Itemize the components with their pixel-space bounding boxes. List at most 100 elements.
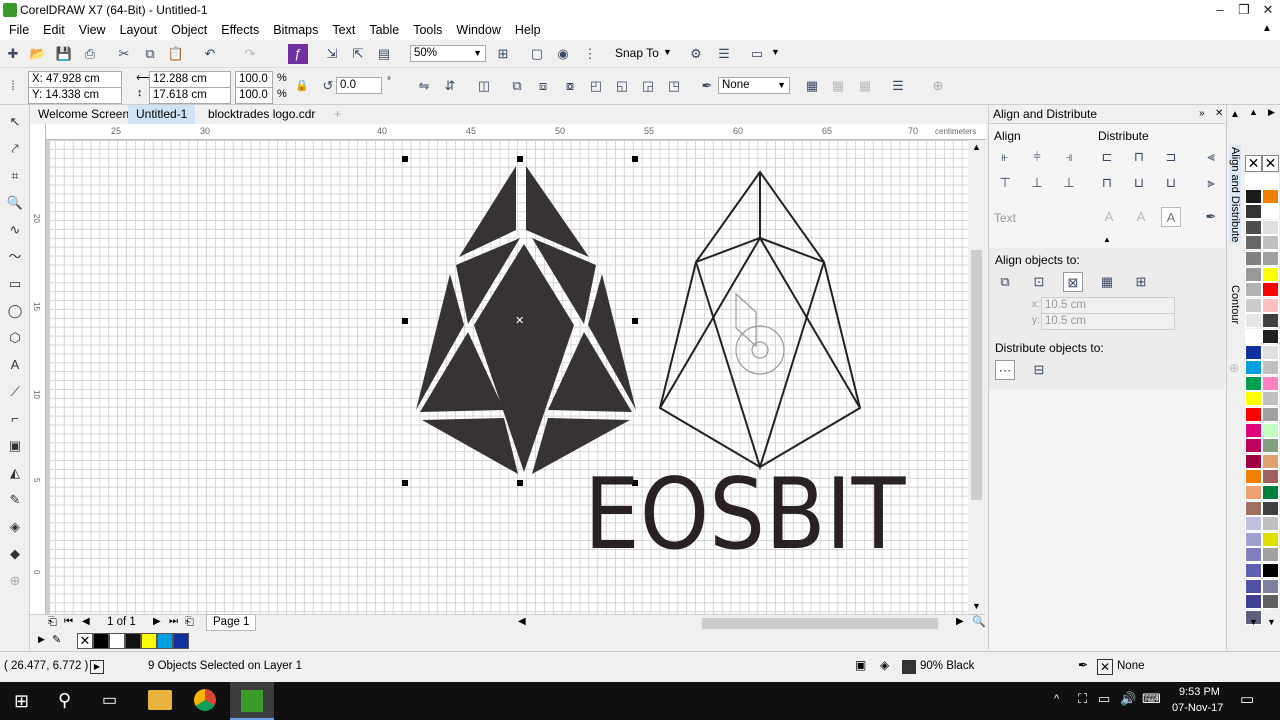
palette-swatch[interactable] [1245,438,1262,454]
align-to-point-icon[interactable]: ⊞ [1131,272,1151,292]
palette-swatch[interactable] [1262,594,1279,610]
snap-to-dropdown[interactable]: Snap To [615,46,659,60]
ungroup-icon[interactable]: ⧈ [533,76,553,96]
docker-add-icon[interactable]: ⊕ [1229,361,1239,375]
close-icon[interactable]: ✕ [1256,0,1280,20]
vertical-ruler[interactable]: 20 15 10 5 0 [30,124,46,614]
save-icon[interactable]: 💾 [54,44,74,64]
palette-swatch[interactable] [1262,469,1279,485]
y-position-field[interactable]: Y: 14.338 cm [28,87,122,104]
weld-icon[interactable]: ◰ [586,76,606,96]
file-explorer-icon[interactable] [148,690,172,710]
palette-swatch[interactable] [1262,516,1279,532]
coreldraw-taskbar-item[interactable] [230,682,274,720]
lock-ratio-icon[interactable]: 🔒 [292,76,312,96]
palette-swatch[interactable] [1262,547,1279,563]
palette-swatch[interactable] [1262,329,1279,344]
palette-swatch[interactable] [1262,422,1279,438]
tab-welcome-screen[interactable]: Welcome Screen [30,105,137,124]
palette-scroll-down-icon-2[interactable]: ▼ [1267,617,1276,627]
menu-view[interactable]: View [72,21,113,39]
to-back-icon[interactable]: ▦ [855,76,875,96]
palette-swatch[interactable] [1262,173,1279,188]
height-field[interactable]: 17.618 cm [149,87,231,104]
drawing-canvas[interactable]: ✕ EOSBIT [46,140,968,614]
palette-swatch[interactable] [1262,297,1279,313]
freehand-tool-icon[interactable]: ∿ [5,220,25,240]
search-icon[interactable]: ⚲ [58,690,71,711]
palette-scroll-down-icon[interactable]: ▼ [1249,617,1258,627]
palette-swatch[interactable] [1245,219,1262,235]
docker-tab-contour[interactable]: Contour [1229,285,1241,324]
palette-swatch[interactable] [1262,219,1279,235]
distribute-to-selection-icon[interactable]: ⋯ [995,360,1015,380]
palette-swatch[interactable] [1245,188,1262,204]
new-tab-icon[interactable]: + [326,105,349,124]
ungroup-all-icon[interactable]: ⧇ [560,76,580,96]
shape-tool-icon[interactable]: ⤤ [5,139,25,159]
selection-center-icon[interactable]: ✕ [515,314,524,327]
menu-window[interactable]: Window [449,21,507,39]
clock-date[interactable]: 07-Nov-17 [1172,702,1223,714]
palette-swatch[interactable] [1245,563,1262,578]
vertical-scrollbar[interactable]: ▲ ▼ [968,140,985,614]
menu-layout[interactable]: Layout [113,21,165,39]
simplify-icon[interactable]: ◳ [664,76,684,96]
new-document-icon[interactable]: ✚ [3,44,23,64]
distribute-center-icon[interactable]: ⊓ [1129,147,1149,167]
color-swatch[interactable] [109,633,125,649]
palette-swatch[interactable] [1245,297,1262,313]
align-top-icon[interactable]: ⊤ [995,173,1015,193]
transparency-tool-icon[interactable]: ◭ [5,463,25,483]
outline-width-select[interactable]: None ▼ [718,77,790,94]
color-swatch[interactable] [93,633,109,649]
palette-swatch[interactable] [1262,485,1279,500]
minimize-icon[interactable]: – [1208,0,1232,20]
palette-swatch[interactable] [1262,344,1279,360]
rotation-angle-field[interactable]: 0.0 [336,77,382,94]
text-outline-icon[interactable]: ✒ [1201,207,1221,227]
selection-handle[interactable] [402,318,408,324]
width-field[interactable]: 12.288 cm [149,71,231,88]
cut-icon[interactable]: ✂ [114,44,134,64]
palette-swatch[interactable] [1262,360,1279,376]
palette-swatch[interactable] [1262,531,1279,547]
shadow-tool-icon[interactable]: ▣ [5,436,25,456]
palette-scroll-up-icon[interactable]: ▲ [1249,107,1258,117]
palette-swatch[interactable] [1245,547,1262,563]
selection-handle[interactable] [402,156,408,162]
artistic-media-icon[interactable]: 〜 [5,247,25,267]
polygon-tool-icon[interactable]: ⬡ [5,328,25,348]
palette-swatch[interactable] [1245,282,1262,298]
menu-file[interactable]: File [2,21,36,39]
add-tool-icon[interactable]: ⊕ [5,571,25,591]
add-page-icon[interactable]: ⎗ [185,616,194,629]
task-view-icon[interactable]: ▭ [102,690,117,710]
mirror-vertical-icon[interactable]: ⇵ [440,76,460,96]
palette-swatch[interactable] [1262,204,1279,220]
launch-icon[interactable]: ▭ [747,44,767,64]
palette-swatch[interactable] [1245,173,1262,188]
palette-swatch[interactable] [1245,266,1262,282]
scale-y-field[interactable]: 100.0 [235,87,273,104]
connector-tool-icon[interactable]: ⌐ [5,409,25,429]
align-bottom-icon[interactable]: ⊥ [1059,173,1079,193]
horizontal-scroll-thumb[interactable] [702,618,938,629]
prev-page-icon[interactable]: ◀ [82,616,90,627]
palette-swatch[interactable] [1245,485,1262,500]
palette-swatch[interactable] [1262,313,1279,329]
palette-swatch[interactable] [1245,407,1262,422]
tab-blocktrades-logo[interactable]: blocktrades logo.cdr [200,105,323,124]
menu-edit[interactable]: Edit [36,21,72,39]
outline-none-swatch[interactable]: ✕ [1097,659,1113,675]
palette-swatch[interactable] [1262,500,1279,516]
selection-handle[interactable] [402,480,408,486]
corel-connect-icon[interactable]: ƒ [288,44,308,64]
palette-swatch[interactable] [1262,282,1279,298]
docker-expand-icon[interactable]: » [1199,108,1205,119]
x-position-field[interactable]: X: 47.928 cm [28,71,122,88]
print-icon[interactable]: ⎙ [80,44,100,64]
play-icon[interactable]: ▶ [90,660,104,674]
palette-no-color-swatch-2[interactable]: ✕ [1262,155,1279,172]
clock-time[interactable]: 9:53 PM [1179,686,1220,698]
